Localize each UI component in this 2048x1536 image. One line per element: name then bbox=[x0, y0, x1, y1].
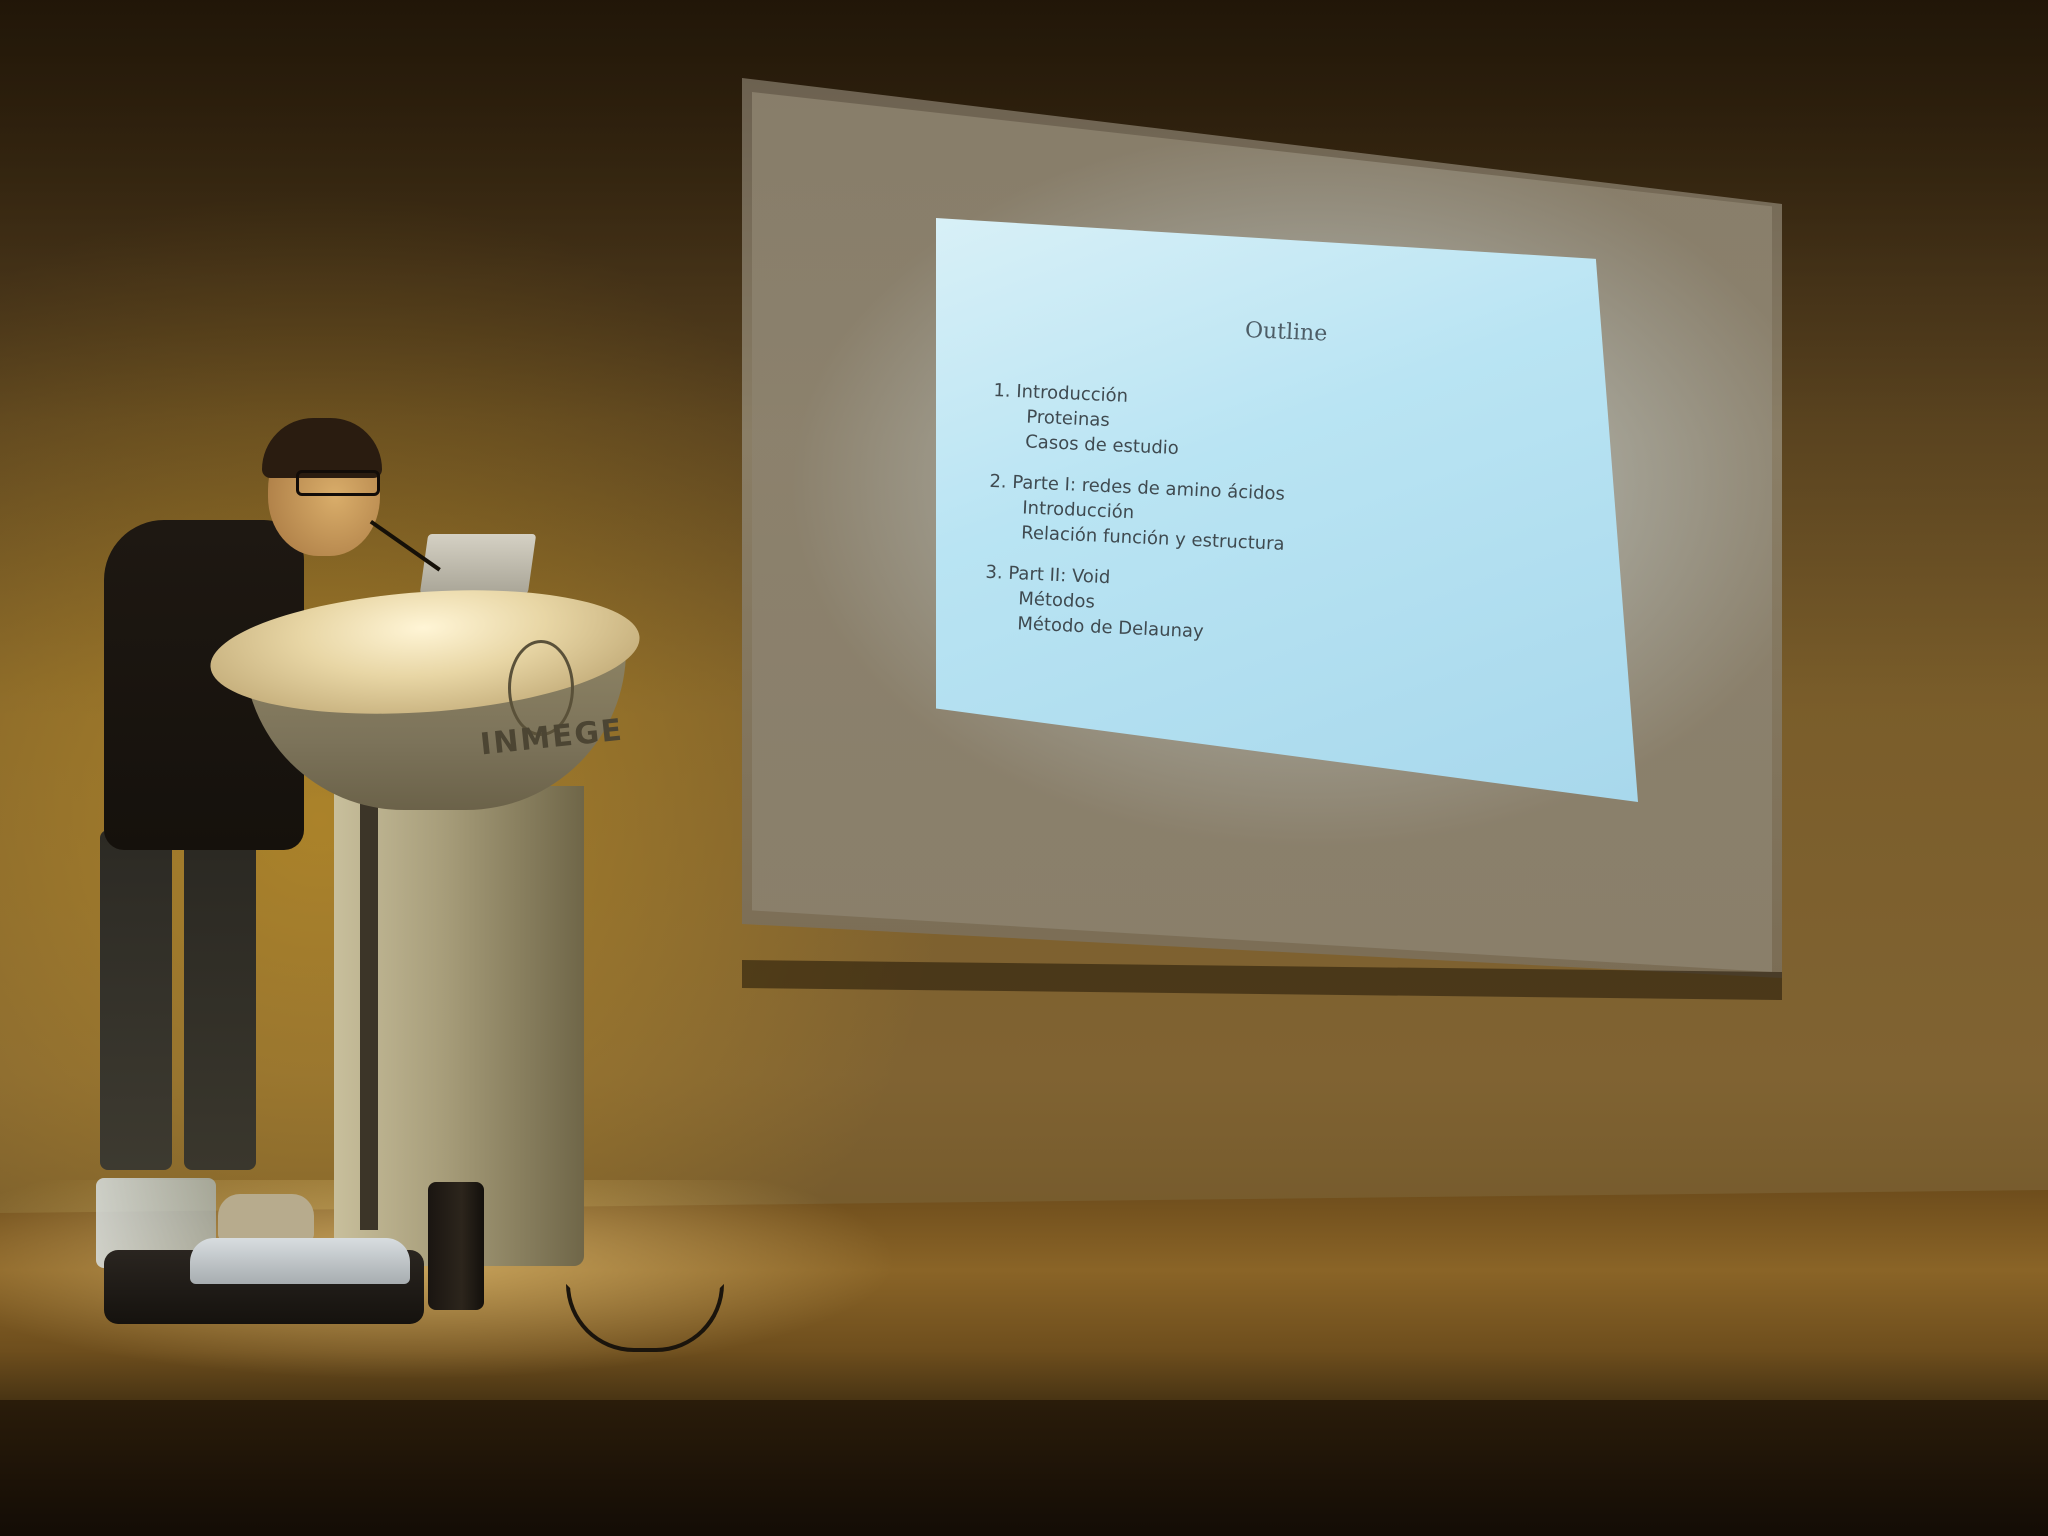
outline-list: 1. Introducción Proteinas Casos de estud… bbox=[982, 378, 1593, 677]
speaker-shoe bbox=[218, 1194, 314, 1242]
thermos bbox=[428, 1182, 484, 1310]
outline-section-2: 2. Parte I: redes de amino ácidos Introd… bbox=[987, 469, 1590, 570]
stage-front-edge bbox=[0, 1400, 2048, 1536]
jacket-on-bag bbox=[190, 1238, 410, 1284]
speaker-left-leg bbox=[100, 830, 172, 1170]
podium-post bbox=[360, 770, 378, 1230]
laptop bbox=[419, 534, 537, 594]
speaker-right-leg bbox=[184, 830, 256, 1170]
lecture-scene: Outline 1. Introducción Proteinas Casos … bbox=[0, 0, 2048, 1536]
glasses-icon bbox=[296, 470, 380, 496]
slide-title: Outline bbox=[1244, 318, 1328, 347]
outline-section-3: 3. Part II: Void Métodos Método de Delau… bbox=[983, 560, 1586, 661]
